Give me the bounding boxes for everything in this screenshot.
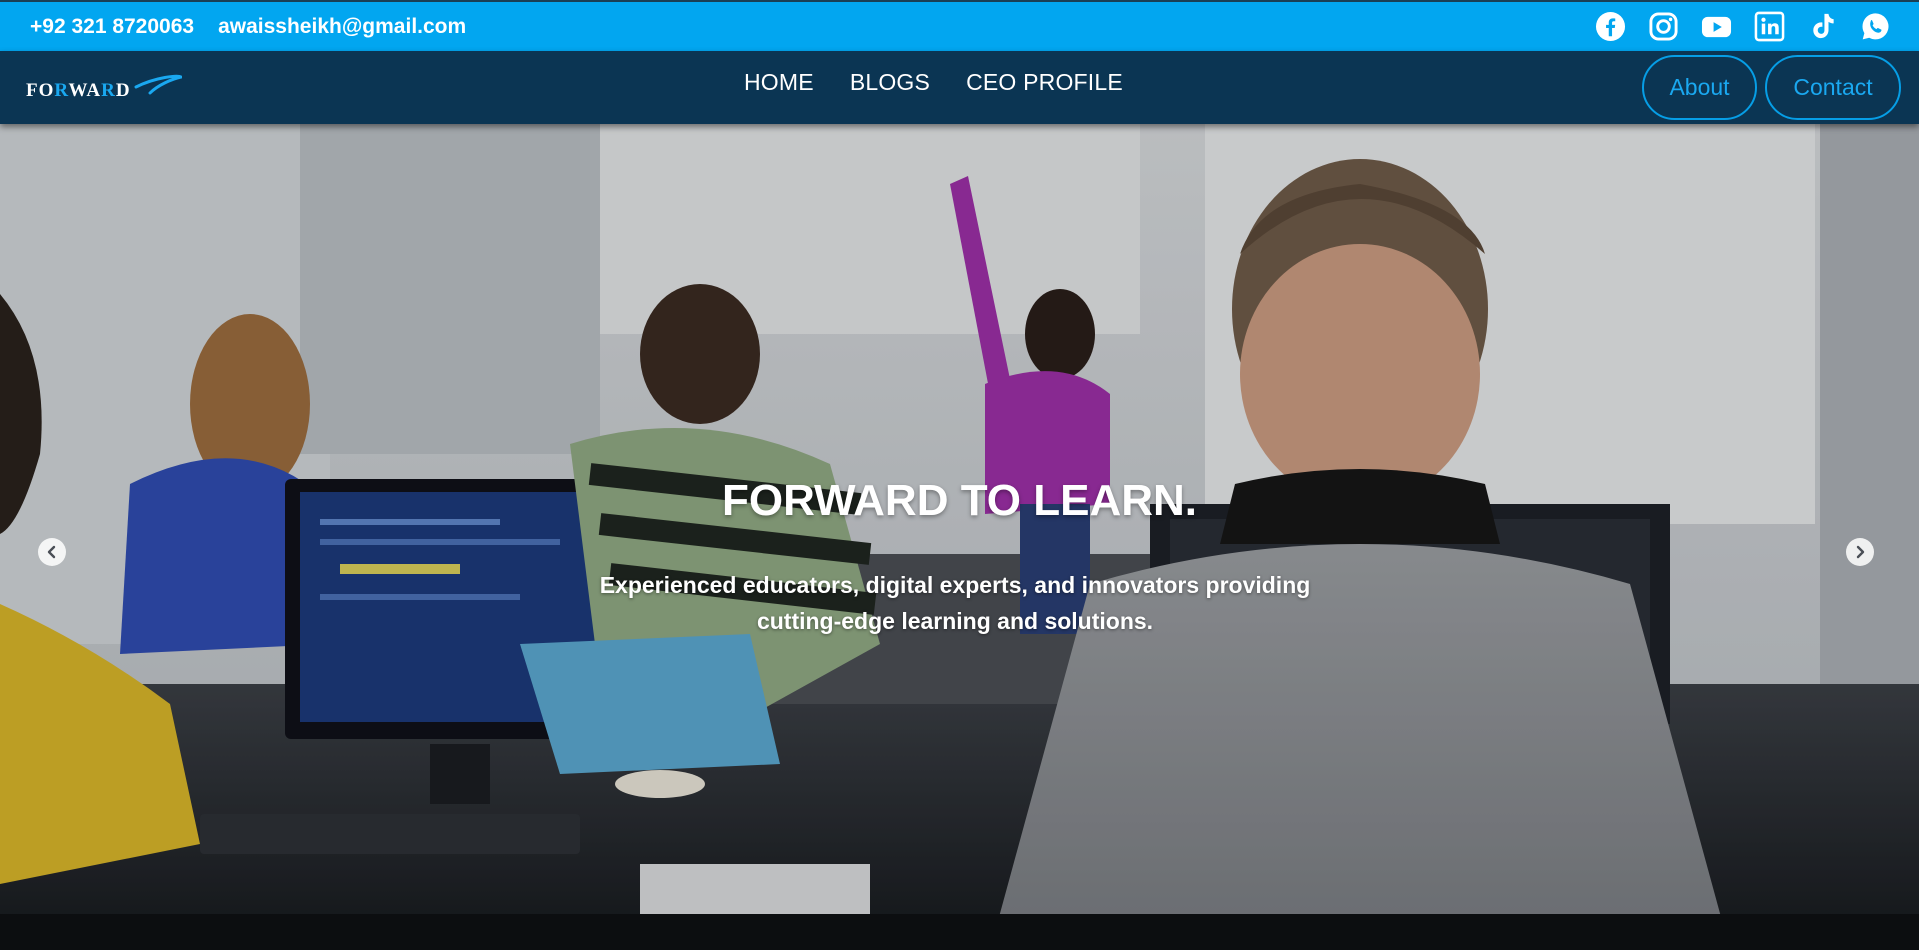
instagram-icon[interactable]: [1648, 11, 1679, 42]
linkedin-icon[interactable]: [1754, 11, 1785, 42]
hero-title: FORWARD TO LEARN.: [721, 476, 1198, 525]
contact-button[interactable]: Contact: [1765, 55, 1901, 120]
forward-logo[interactable]: FORWARD: [26, 73, 182, 103]
tiktok-icon[interactable]: [1807, 11, 1838, 42]
main-navbar: FORWARD HOME BLOGS CEO PROFILE About Con…: [0, 51, 1919, 124]
nav-buttons: About Contact: [1642, 55, 1901, 120]
phone-number[interactable]: +92 321 8720063: [30, 15, 194, 39]
nav-ceo-profile-link[interactable]: CEO PROFILE: [966, 69, 1123, 96]
social-links: [1595, 11, 1891, 42]
hero-subtitle: Experienced educators, digital experts, …: [599, 572, 1311, 634]
whatsapp-icon[interactable]: [1860, 11, 1891, 42]
hero-carousel: FORWARD TO LEARN. Experienced educators,…: [0, 124, 1919, 950]
chevron-right-icon: [1856, 545, 1865, 559]
nav-home-link[interactable]: HOME: [744, 69, 814, 96]
carousel-prev-button[interactable]: [38, 538, 66, 566]
youtube-icon[interactable]: [1701, 11, 1732, 42]
top-contact-bar: +92 321 8720063 awaissheikh@gmail.com: [0, 0, 1919, 51]
hero-overlay: [0, 124, 1919, 950]
about-button[interactable]: About: [1642, 55, 1757, 120]
facebook-icon[interactable]: [1595, 11, 1626, 42]
contact-info: +92 321 8720063 awaissheikh@gmail.com: [30, 15, 466, 39]
svg-text:FORWARD: FORWARD: [26, 80, 131, 101]
main-menu: HOME BLOGS CEO PROFILE: [744, 69, 1123, 96]
email-address[interactable]: awaissheikh@gmail.com: [218, 15, 466, 39]
chevron-left-icon: [47, 545, 56, 559]
carousel-next-button[interactable]: [1846, 538, 1874, 566]
nav-blogs-link[interactable]: BLOGS: [850, 69, 930, 96]
